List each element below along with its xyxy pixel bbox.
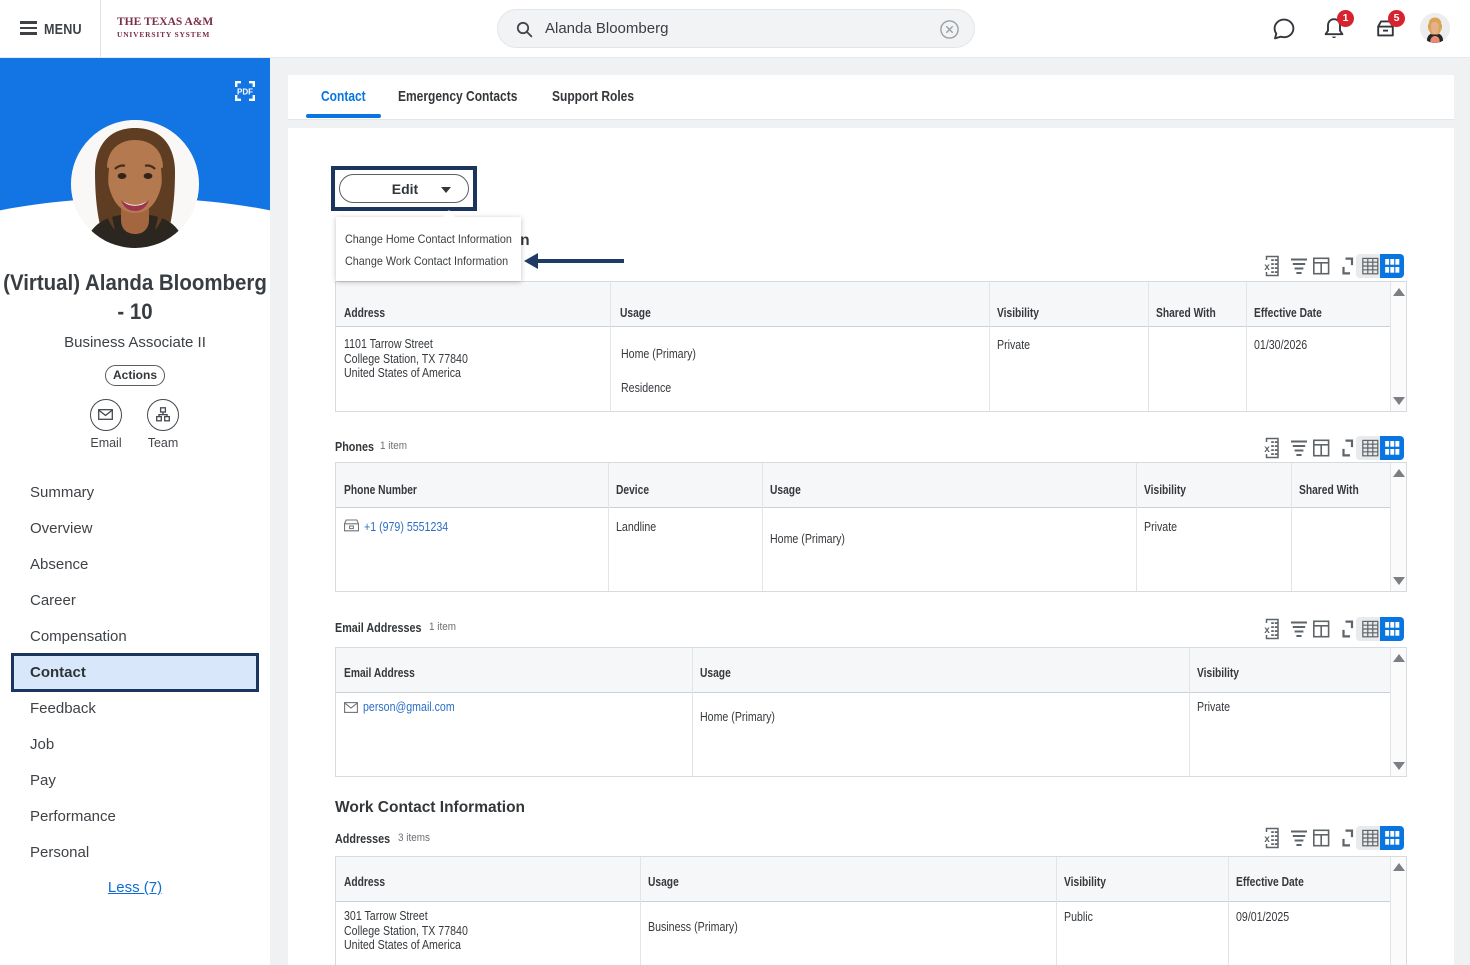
svg-text:PDF: PDF [237, 88, 253, 97]
